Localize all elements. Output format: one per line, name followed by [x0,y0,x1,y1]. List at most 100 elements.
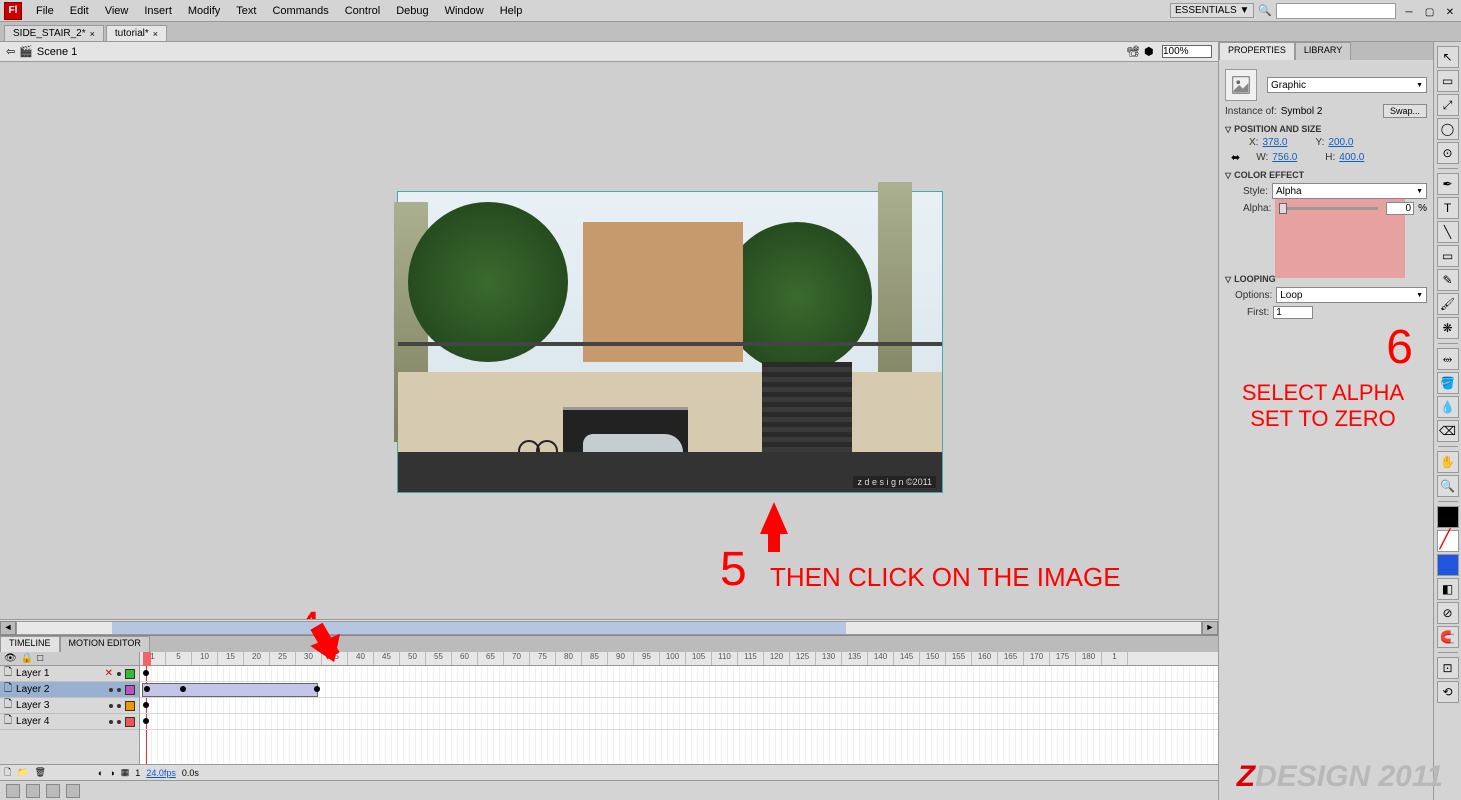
zoom-input[interactable] [1162,45,1212,58]
doc-tab-side-stair[interactable]: SIDE_STAIR_2*× [4,25,104,41]
eraser-tool-icon[interactable]: ⌫ [1437,420,1459,442]
tab-motion-editor[interactable]: MOTION EDITOR [60,636,150,652]
lasso-tool-icon[interactable]: ⊙ [1437,142,1459,164]
menu-help[interactable]: Help [492,2,531,20]
image-watermark: z d e s i g n ©2011 [853,476,936,488]
3d-rotation-icon[interactable]: ◯ [1437,118,1459,140]
outline-icon[interactable]: □ [37,653,43,664]
stage-scrollbar[interactable]: ◄ ► [0,619,1218,635]
status-icon[interactable] [46,784,60,798]
lock-icon[interactable]: 🔒 [21,653,33,664]
scene-label[interactable]: Scene 1 [37,46,77,58]
h-value[interactable]: 400.0 [1339,152,1364,163]
first-frame-input[interactable] [1273,306,1313,319]
swap-button[interactable]: Swap... [1383,104,1427,118]
tab-timeline[interactable]: TIMELINE [0,636,60,652]
layer-name: Layer 2 [16,684,49,695]
no-color-icon[interactable]: ⊘ [1437,602,1459,624]
lock-aspect-icon[interactable]: ⬌ [1231,151,1240,164]
doc-tab-tutorial[interactable]: tutorial*× [106,25,167,41]
paint-bucket-icon[interactable]: 🪣 [1437,372,1459,394]
loop-options-dropdown[interactable]: Loop [1276,287,1427,303]
scroll-right-icon[interactable]: ► [1202,621,1218,635]
search-input[interactable] [1276,3,1396,19]
style-dropdown[interactable]: Alpha [1272,183,1427,199]
bone-tool-icon[interactable]: ⥈ [1437,348,1459,370]
selection-tool-icon[interactable]: ↖ [1437,46,1459,68]
x-value[interactable]: 378.0 [1262,137,1287,148]
back-icon[interactable]: ⇦ [6,45,15,58]
status-icon[interactable] [6,784,20,798]
stage-instance[interactable]: z d e s i g n ©2011 [397,191,943,493]
layer-row[interactable]: 🗋Layer 4 [0,714,139,730]
pencil-tool-icon[interactable]: ✎ [1437,269,1459,291]
subselection-tool-icon[interactable]: ▭ [1437,70,1459,92]
menu-file[interactable]: File [28,2,62,20]
edit-scene-icon[interactable]: 📽 [1126,45,1140,59]
menu-commands[interactable]: Commands [264,2,336,20]
layer-row[interactable]: 🗋Layer 1✕ [0,666,139,682]
new-folder-icon[interactable]: 📁 [17,767,28,778]
stroke-color-icon[interactable] [1437,506,1459,528]
h-label: H: [1325,152,1335,163]
snap-icon[interactable]: 🧲 [1437,626,1459,648]
close-icon[interactable]: × [90,29,95,39]
close-icon[interactable]: × [153,29,158,39]
close-icon[interactable]: ✕ [1443,7,1457,19]
section-color-effect[interactable]: COLOR EFFECT [1225,170,1427,180]
onion-skin-icon[interactable]: ◐ [98,768,103,778]
rectangle-tool-icon[interactable]: ▭ [1437,245,1459,267]
options-label: Options: [1235,290,1272,301]
line-tool-icon[interactable]: ╲ [1437,221,1459,243]
zoom-tool-icon[interactable]: 🔍 [1437,475,1459,497]
frame-ruler[interactable]: 1510152025303540455055606570758085909510… [140,652,1218,666]
edit-multiple-icon[interactable]: ▦ [121,767,130,778]
menu-control[interactable]: Control [337,2,388,20]
section-position-size[interactable]: POSITION AND SIZE [1225,124,1427,134]
menu-view[interactable]: View [97,2,137,20]
black-white-icon[interactable]: ◧ [1437,578,1459,600]
document-tabs: SIDE_STAIR_2*× tutorial*× [0,22,1461,42]
layer-row[interactable]: 🗋Layer 2 [0,682,139,698]
delete-layer-icon[interactable]: 🗑 [34,767,45,778]
scroll-left-icon[interactable]: ◄ [0,621,16,635]
layer-row[interactable]: 🗋Layer 3 [0,698,139,714]
deco-tool-icon[interactable]: ❋ [1437,317,1459,339]
onion-outline-icon[interactable]: ◑ [109,768,114,778]
eyedropper-icon[interactable]: 💧 [1437,396,1459,418]
pen-tool-icon[interactable]: ✒ [1437,173,1459,195]
swap-colors-icon[interactable] [1437,554,1459,576]
options-icon[interactable]: ⟲ [1437,681,1459,703]
instance-type-dropdown[interactable]: Graphic [1267,77,1427,93]
options-icon[interactable]: ⊡ [1437,657,1459,679]
menu-edit[interactable]: Edit [62,2,97,20]
tab-properties[interactable]: PROPERTIES [1219,42,1295,60]
menu-debug[interactable]: Debug [388,2,436,20]
eye-icon[interactable]: 👁 [4,653,17,664]
workspace-dropdown[interactable]: ESSENTIALS ▼ [1170,3,1254,18]
stage-canvas[interactable]: z d e s i g n ©2011 5 THEN CLICK ON THE … [0,62,1218,619]
y-value[interactable]: 200.0 [1328,137,1353,148]
edit-symbol-icon[interactable]: ⬢ [1144,45,1158,59]
menu-modify[interactable]: Modify [180,2,228,20]
menu-text[interactable]: Text [228,2,264,20]
alpha-slider[interactable] [1279,207,1378,210]
maximize-icon[interactable]: ▢ [1423,7,1437,19]
menu-insert[interactable]: Insert [136,2,180,20]
menu-window[interactable]: Window [437,2,492,20]
minimize-icon[interactable]: ─ [1402,7,1416,19]
w-value[interactable]: 756.0 [1272,152,1297,163]
text-tool-icon[interactable]: T [1437,197,1459,219]
alpha-input[interactable] [1386,202,1414,215]
hand-tool-icon[interactable]: ✋ [1437,451,1459,473]
brush-tool-icon[interactable]: 🖌 [1437,293,1459,315]
new-layer-icon[interactable]: 🗋 [4,765,11,781]
tab-library[interactable]: LIBRARY [1295,42,1351,60]
status-icon[interactable] [26,784,40,798]
fill-color-icon[interactable]: ╱ [1437,530,1459,552]
status-icon[interactable] [66,784,80,798]
free-transform-icon[interactable]: ⤢ [1437,94,1459,116]
graphic-icon [1225,69,1257,101]
frame-grid[interactable] [140,666,1218,764]
tools-panel: ↖ ▭ ⤢ ◯ ⊙ ✒ T ╲ ▭ ✎ 🖌 ❋ ⥈ 🪣 💧 ⌫ ✋ 🔍 ╱ ◧ … [1433,42,1461,800]
